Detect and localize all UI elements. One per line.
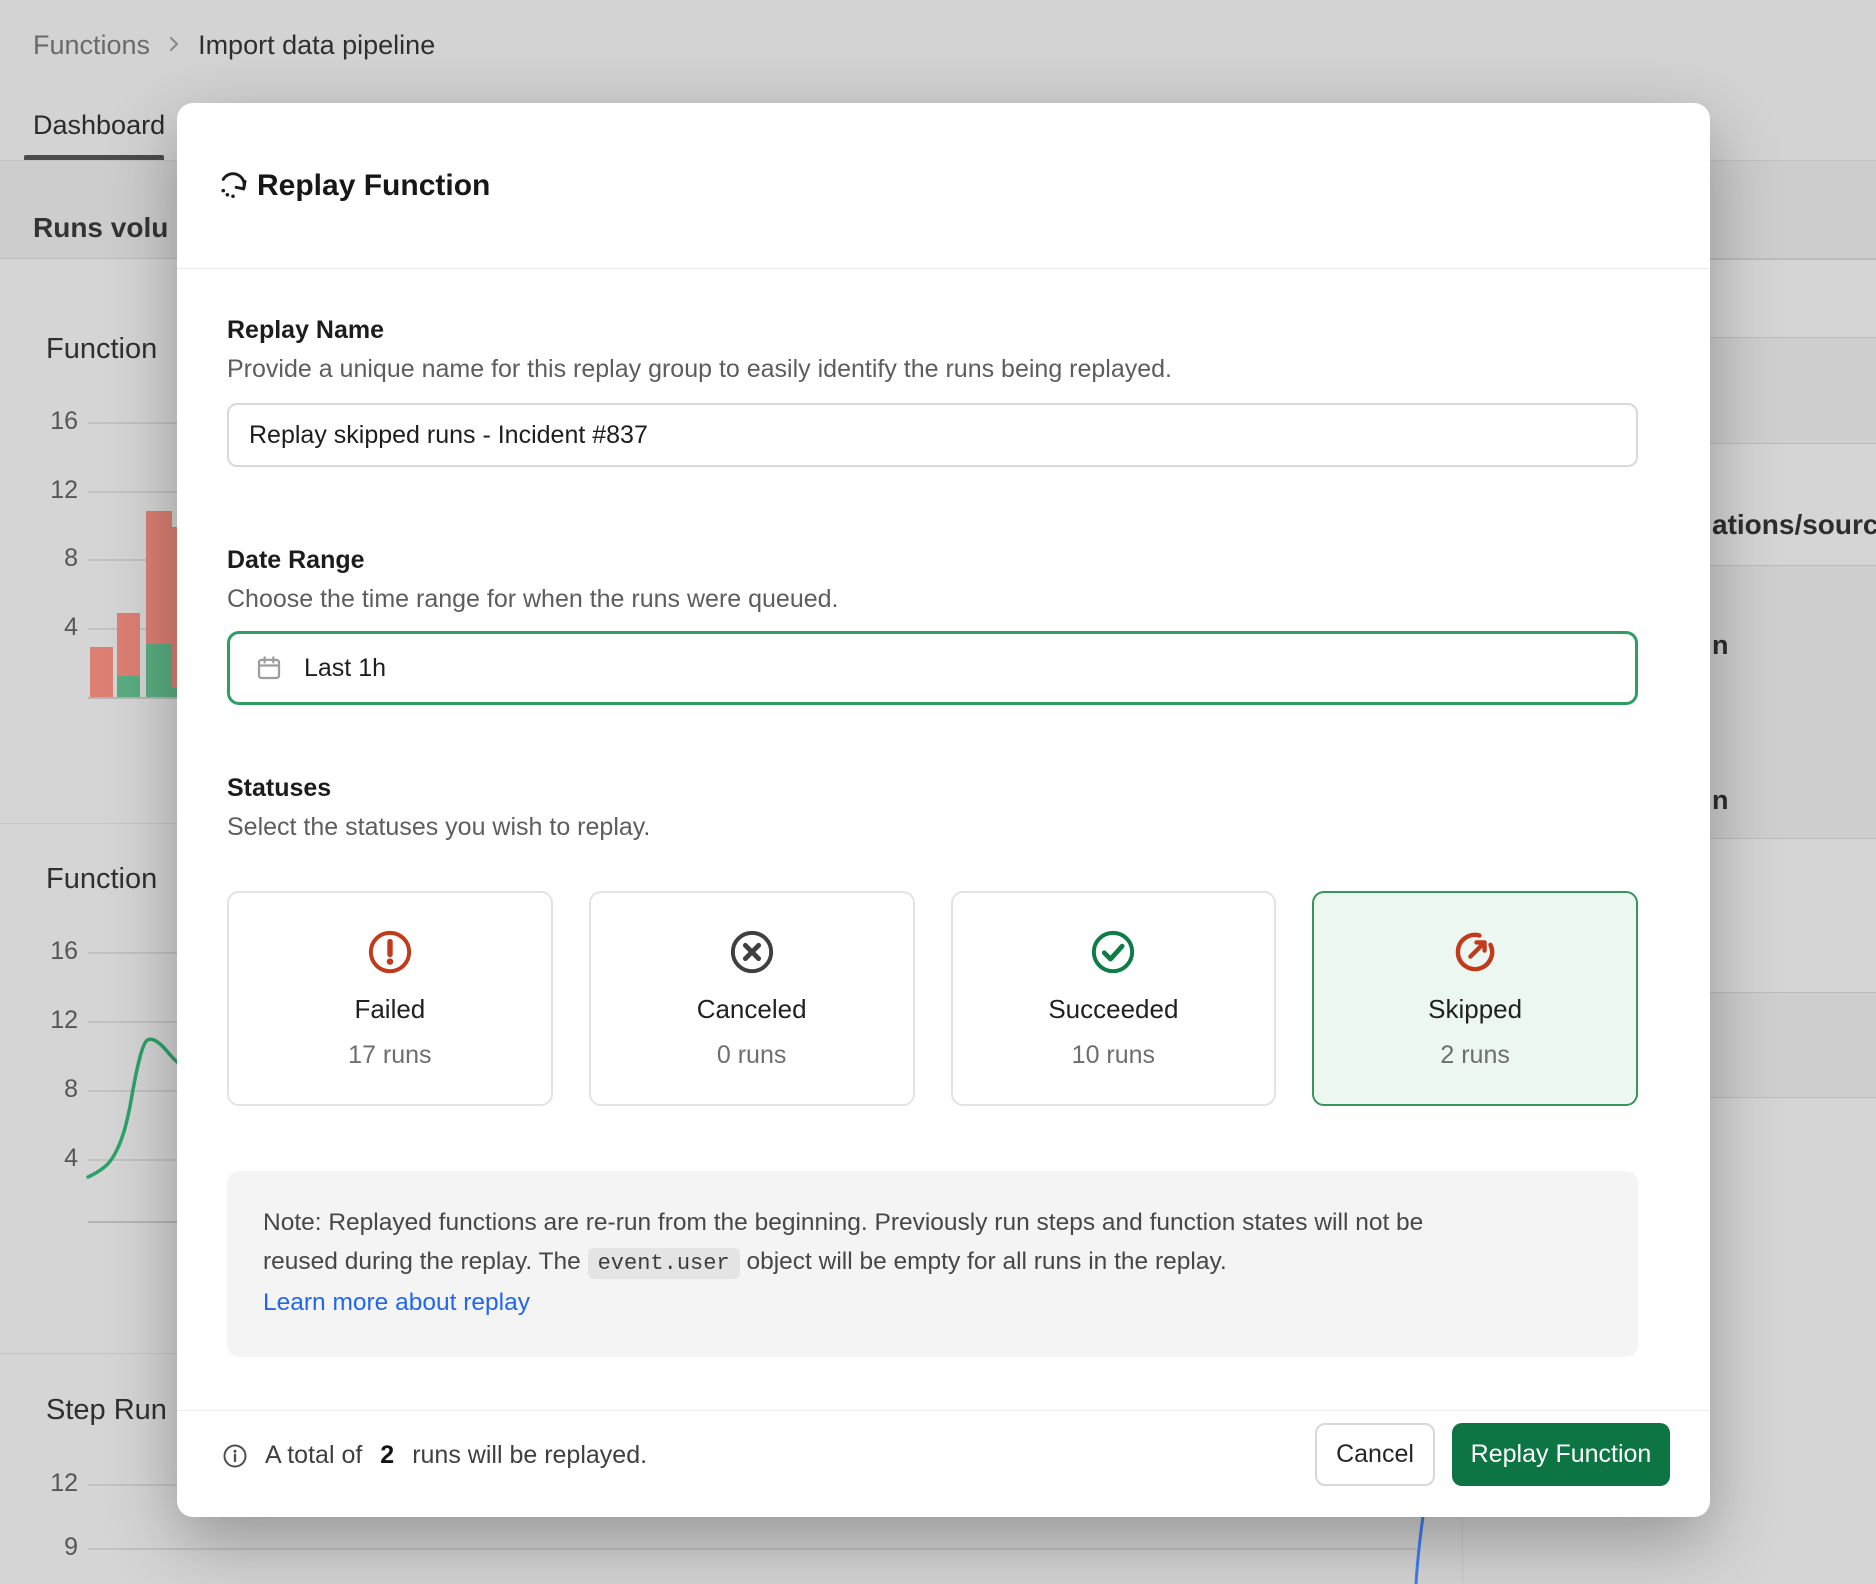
status-card-canceled[interactable]: Canceled 0 runs [589,891,915,1106]
replay-icon [215,167,251,203]
replay-summary: A total of2runs will be replayed. [221,1424,647,1487]
date-range-description: Choose the time range for when the runs … [227,585,839,614]
status-label: Succeeded [1048,994,1178,1025]
function-latency-line-chart-gridline [88,1090,177,1092]
function-runs-bar-chart-tick-label: 16 [20,407,78,436]
stacked-bar [117,613,140,697]
function-runs-bar-chart-gridline [88,422,177,424]
function-runs-bar-chart-baseline [88,697,177,699]
status-count: 0 runs [717,1041,786,1070]
bar-failed-segment [146,511,172,643]
statuses-label: Statuses [227,774,331,803]
section-divider [0,823,177,824]
function-runs-bar-chart-title: Function [46,333,157,366]
event-user-code-chip: event.user [588,1248,740,1279]
replay-function-modal: Replay Function Replay Name Provide a un… [177,103,1710,1517]
function-latency-line-chart-title: Function [46,863,157,896]
replay-function-button[interactable]: Replay Function [1452,1423,1670,1486]
redo-arrow-icon [1450,927,1500,979]
status-card-succeeded[interactable]: Succeeded 10 runs [951,891,1277,1106]
function-latency-line-chart-tick-label: 4 [20,1144,78,1173]
learn-more-link[interactable]: Learn more about replay [263,1289,530,1316]
replay-name-label: Replay Name [227,316,384,345]
function-runs-bar-chart-tick-label: 4 [20,613,78,642]
step-runs-chart-gridline [88,1548,1417,1550]
note-text-line2: reused during the replay. The event.user… [263,1242,1602,1283]
check-circle-icon [1088,927,1138,979]
status-count: 2 runs [1440,1041,1509,1070]
function-latency-line-chart-tick-label: 16 [20,937,78,966]
table-cell-text-fragment: n [1712,630,1729,661]
status-label: Canceled [697,994,807,1025]
calendar-icon [254,653,284,683]
step-runs-chart-tick-label: 12 [20,1469,78,1498]
function-runs-bar-chart-tick-label: 12 [20,476,78,505]
replay-count: 2 [378,1441,396,1470]
info-icon [221,1442,249,1470]
stacked-bar [90,647,113,697]
date-range-value: Last 1h [304,654,386,683]
status-card-failed[interactable]: Failed 17 runs [227,891,553,1106]
date-range-label: Date Range [227,546,365,575]
function-latency-line-chart-tick-label: 12 [20,1006,78,1035]
bar-succeeded-segment [117,676,140,697]
function-latency-line-chart-gridline [88,1159,177,1161]
status-cards: Failed 17 runs Canceled 0 runs Succeeded 10 r… [227,891,1638,1106]
replay-note: Note: Replayed functions are re-run from… [227,1171,1638,1357]
table-cell-text-fragment: ations/sourc [1712,509,1876,541]
cancel-button[interactable]: Cancel [1315,1423,1435,1486]
status-card-skipped[interactable]: Skipped 2 runs [1312,891,1638,1106]
bar-succeeded-segment [146,644,172,697]
status-label: Failed [354,994,425,1025]
bar-failed-segment [117,613,140,677]
step-runs-chart-title: Step Run [46,1394,167,1427]
function-latency-line-chart-gridline [88,952,177,954]
step-runs-chart-gridline [88,1484,177,1486]
modal-footer: A total of2runs will be replayed. Cancel… [177,1410,1710,1517]
note-text-line1: Note: Replayed functions are re-run from… [263,1203,1602,1242]
function-latency-line-chart-tick-label: 8 [20,1075,78,1104]
status-label: Skipped [1428,994,1522,1025]
bar-failed-segment [90,647,113,697]
function-runs-bar-chart-gridline [88,491,177,493]
stacked-bar [146,511,172,697]
x-circle-icon [727,927,777,979]
statuses-description: Select the statuses you wish to replay. [227,813,650,842]
modal-title: Replay Function [257,103,490,268]
step-runs-chart-tick-label: 9 [20,1533,78,1562]
function-latency-line-chart-baseline [88,1221,177,1223]
status-count: 10 runs [1072,1041,1155,1070]
table-cell-text-fragment: n [1712,785,1729,816]
app-screen: Functions Import data pipeline Dashboard… [0,0,1876,1584]
modal-header: Replay Function [177,103,1710,269]
date-range-field[interactable]: Last 1h [227,631,1638,705]
section-divider [0,1353,177,1354]
replay-name-description: Provide a unique name for this replay gr… [227,355,1172,384]
replay-name-input[interactable] [227,403,1638,467]
alert-circle-icon [365,927,415,979]
function-runs-bar-chart-tick-label: 8 [20,544,78,573]
function-latency-line-chart-gridline [88,1021,177,1023]
status-count: 17 runs [348,1041,431,1070]
